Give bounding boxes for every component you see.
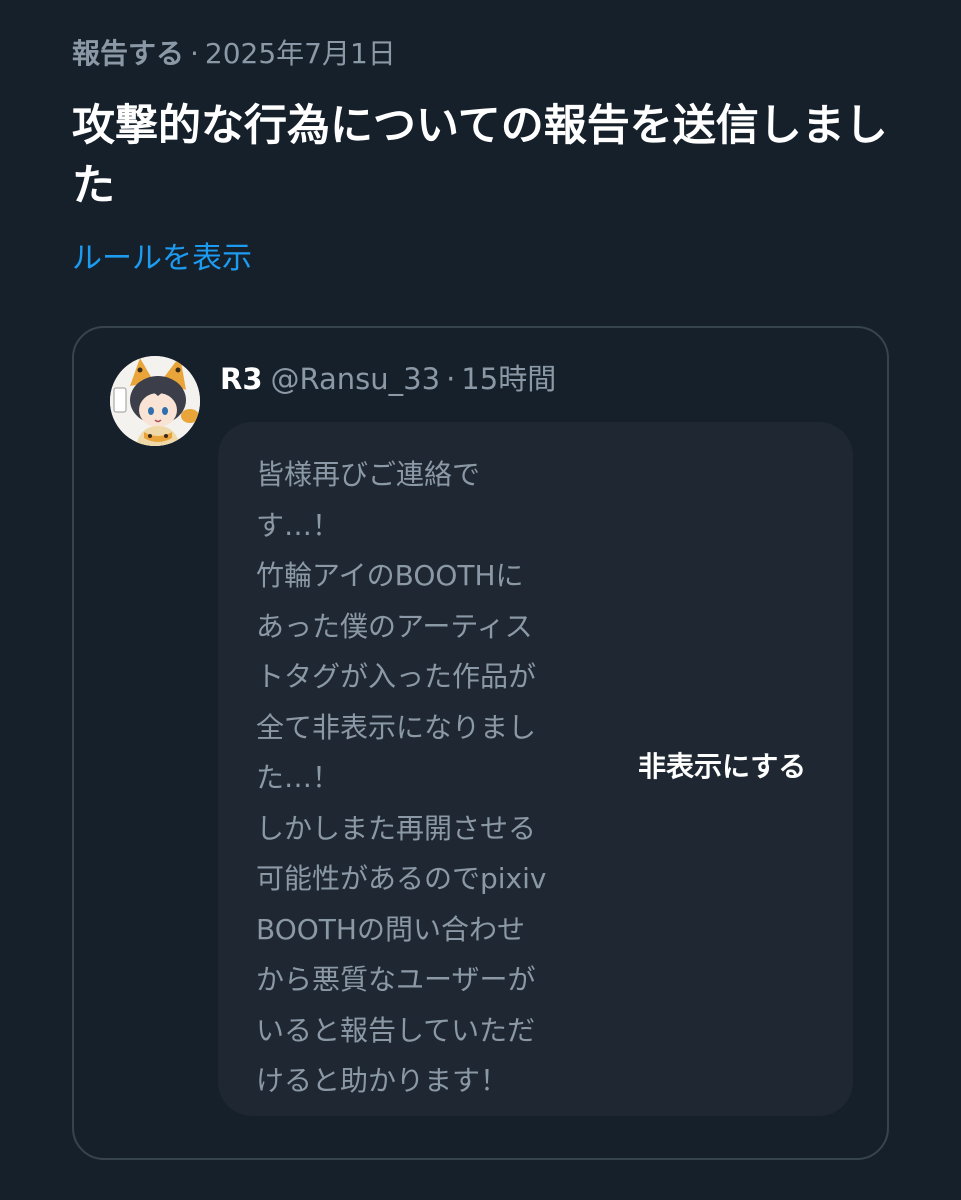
hidden-post-content: 皆様再びご連絡で す…！ 竹輪アイのBOOTHに あった僕のアーティス トタグが… bbox=[218, 422, 853, 1116]
view-rules-link[interactable]: ルールを表示 bbox=[72, 238, 252, 280]
hide-post-button[interactable]: 非表示にする bbox=[638, 746, 806, 788]
report-detail-page: 報告する · 2025年7月1日 攻撃的な行為についての報告を送信しました ルールを… bbox=[0, 0, 961, 1200]
header-separator: · bbox=[446, 362, 456, 396]
post-timestamp[interactable]: 15時間 bbox=[461, 362, 556, 396]
report-meta: 報告する · 2025年7月1日 bbox=[72, 34, 396, 74]
post-author-handle[interactable]: @Ransu_33 bbox=[271, 362, 441, 396]
report-date: 2025年7月1日 bbox=[204, 37, 396, 70]
post-body-text: 皆様再びご連絡で す…！ 竹輪アイのBOOTHに あった僕のアーティス トタグが… bbox=[256, 458, 547, 1097]
post-header: R3 @Ransu_33 · 15時間 bbox=[220, 358, 556, 400]
reported-post-card[interactable]: R3 @Ransu_33 · 15時間 皆様再びご連絡で す…！ 竹輪アイのBOOTH… bbox=[72, 326, 889, 1160]
report-title: 攻撃的な行為についての報告を送信しました bbox=[72, 101, 888, 211]
meta-separator: · bbox=[190, 37, 199, 70]
post-author-name[interactable]: R3 bbox=[220, 362, 263, 396]
avatar-illustration-icon bbox=[110, 356, 200, 446]
report-action-label: 報告する bbox=[72, 37, 185, 70]
user-avatar[interactable] bbox=[110, 356, 200, 446]
